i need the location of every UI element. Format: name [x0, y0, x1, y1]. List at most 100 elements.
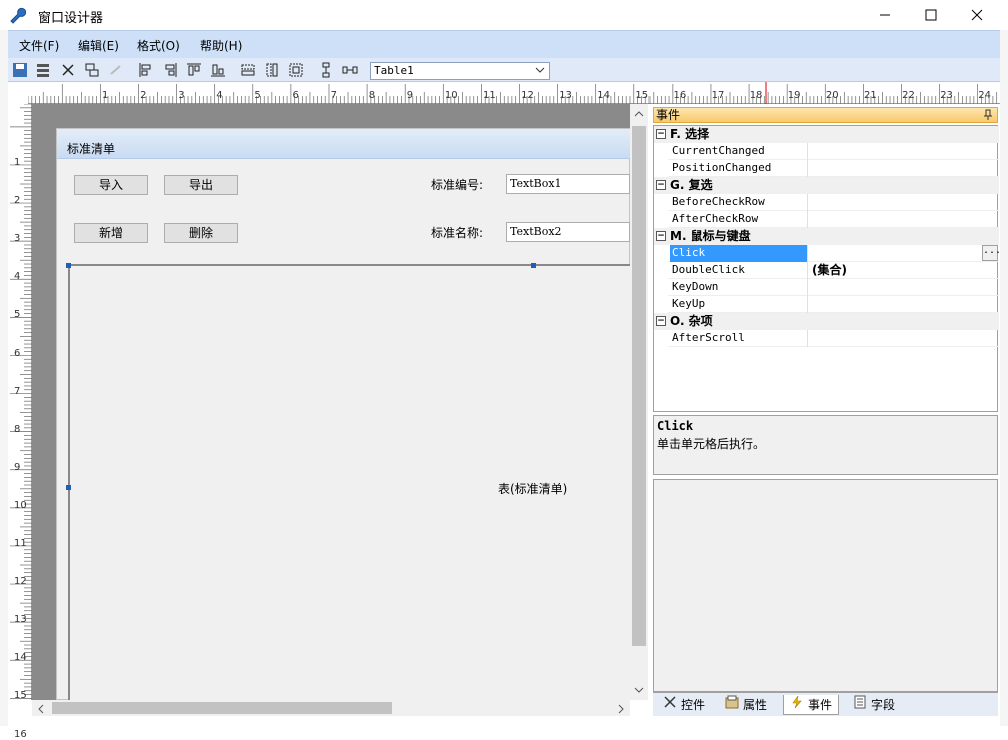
code-label: 标准编号: [431, 178, 484, 192]
fields-icon [853, 695, 867, 715]
ruler-number: 9 [406, 90, 414, 101]
same-height-icon[interactable] [264, 62, 280, 78]
scroll-up-icon[interactable] [633, 108, 645, 122]
property-row[interactable]: AfterCheckRow [668, 211, 999, 228]
property-name: AfterScroll [670, 330, 808, 347]
property-name: DoubleClick [670, 262, 808, 279]
tab-controls[interactable]: 控件 [657, 695, 711, 715]
tab-label: 事件 [808, 697, 833, 712]
ruler-number: 13 [559, 90, 572, 101]
export-button[interactable]: 导出 [164, 175, 238, 195]
table-select[interactable]: Table1 [370, 62, 550, 80]
ruler-number: 8 [14, 423, 21, 435]
copy-icon[interactable] [84, 62, 100, 78]
background-window-edge-left [0, 30, 8, 726]
same-size-icon[interactable] [288, 62, 304, 78]
pin-icon[interactable] [983, 109, 993, 124]
collapse-icon[interactable]: − [656, 180, 666, 190]
tab-fields[interactable]: 字段 [847, 695, 901, 715]
description-text: 单击单元格后执行。 [657, 437, 766, 451]
lower-panel [653, 479, 998, 692]
property-row[interactable]: DoubleClick (集合) [668, 262, 999, 279]
tab-label: 字段 [871, 698, 896, 712]
save-all-icon[interactable] [36, 62, 52, 78]
scroll-down-icon[interactable] [633, 684, 645, 698]
ruler-number: 1 [102, 90, 109, 101]
scroll-left-icon[interactable] [36, 703, 46, 718]
category-multiselect[interactable]: − G. 复选 [654, 177, 999, 194]
ruler-number: 11 [483, 90, 496, 101]
selection-handle-top-middle[interactable] [531, 263, 536, 268]
table-select-value: Table1 [374, 64, 414, 77]
property-name: Click [670, 245, 808, 262]
menu-edit[interactable]: 编辑(E) [78, 37, 119, 54]
save-icon[interactable] [12, 62, 28, 78]
category-misc[interactable]: − O. 杂项 [654, 313, 999, 330]
vertical-scrollbar-thumb[interactable] [632, 126, 646, 646]
ruler-number: 18 [749, 90, 763, 101]
align-right-icon[interactable] [162, 62, 178, 78]
paste-icon[interactable] [108, 62, 124, 78]
add-button[interactable]: 新增 [74, 223, 148, 243]
property-row[interactable]: KeyUp [668, 296, 999, 313]
scroll-right-icon[interactable] [616, 703, 626, 718]
ruler-number: 2 [14, 195, 21, 207]
ruler-number: 14 [14, 652, 27, 664]
minimize-button[interactable] [862, 0, 908, 30]
align-top-icon[interactable] [186, 62, 202, 78]
collapse-icon[interactable]: − [656, 316, 666, 326]
horizontal-spacing-icon[interactable] [342, 62, 358, 78]
property-row[interactable]: CurrentChanged [668, 143, 999, 160]
panel-header: 事件 [653, 107, 998, 123]
delete-button[interactable]: 删除 [164, 223, 238, 243]
ruler-number: 22 [902, 90, 915, 101]
maximize-button[interactable] [908, 0, 954, 30]
menu-format[interactable]: 格式(O) [137, 37, 180, 54]
selection-handle-top-left[interactable] [66, 263, 71, 268]
import-button[interactable]: 导入 [74, 175, 148, 195]
code-textbox[interactable]: TextBox1 [506, 174, 630, 194]
category-mouse-keyboard[interactable]: − M. 鼠标与键盘 [654, 228, 999, 245]
ruler-number: 19 [787, 90, 801, 101]
ruler-number: 13 [14, 614, 27, 626]
ruler-number: 20 [825, 90, 839, 101]
property-row[interactable]: PositionChanged [668, 160, 999, 177]
property-row-selected[interactable]: Click ... [668, 245, 1001, 262]
ruler-number: 6 [14, 347, 21, 359]
ellipsis-button[interactable]: ... [982, 245, 1001, 261]
tab-properties[interactable]: 属性 [719, 695, 773, 715]
ruler-number: 15 [14, 690, 27, 702]
category-label: M. 鼠标与键盘 [670, 229, 751, 243]
collapse-icon[interactable]: − [656, 231, 666, 241]
align-bottom-icon[interactable] [210, 62, 226, 78]
selection-handle-middle-left[interactable] [66, 485, 71, 490]
vertical-spacing-icon[interactable] [318, 62, 334, 78]
align-left-icon[interactable] [138, 62, 154, 78]
ruler-number: 9 [14, 461, 21, 473]
ruler-number: 5 [14, 309, 21, 321]
property-name: AfterCheckRow [670, 211, 808, 228]
ruler-number: 21 [864, 90, 877, 101]
property-row[interactable]: KeyDown [668, 279, 999, 296]
menu-help[interactable]: 帮助(H) [200, 37, 242, 54]
menu-bar: 文件(F) 编辑(E) 格式(O) 帮助(H) [8, 30, 1000, 58]
collapse-icon[interactable]: − [656, 129, 666, 139]
category-select[interactable]: − F. 选择 [654, 126, 999, 143]
ruler-number: 10 [14, 499, 27, 511]
name-textbox[interactable]: TextBox2 [506, 222, 630, 242]
ruler-number: 7 [14, 385, 21, 397]
property-row[interactable]: AfterScroll [668, 330, 999, 347]
tab-events[interactable]: 事件 [783, 695, 840, 715]
property-row[interactable]: BeforeCheckRow [668, 194, 999, 211]
same-width-icon[interactable] [240, 62, 256, 78]
cut-icon[interactable] [60, 62, 76, 78]
close-button[interactable] [954, 0, 1000, 30]
horizontal-scrollbar-thumb[interactable] [52, 702, 392, 714]
ruler-number: 6 [292, 90, 299, 101]
background-window-edge-right [1000, 30, 1008, 726]
menu-file[interactable]: 文件(F) [19, 37, 59, 54]
data-grid[interactable]: 表(标准清单) [68, 264, 630, 700]
property-name: KeyDown [670, 279, 808, 296]
property-value[interactable]: (集合) [812, 262, 847, 278]
property-name: KeyUp [670, 296, 808, 313]
